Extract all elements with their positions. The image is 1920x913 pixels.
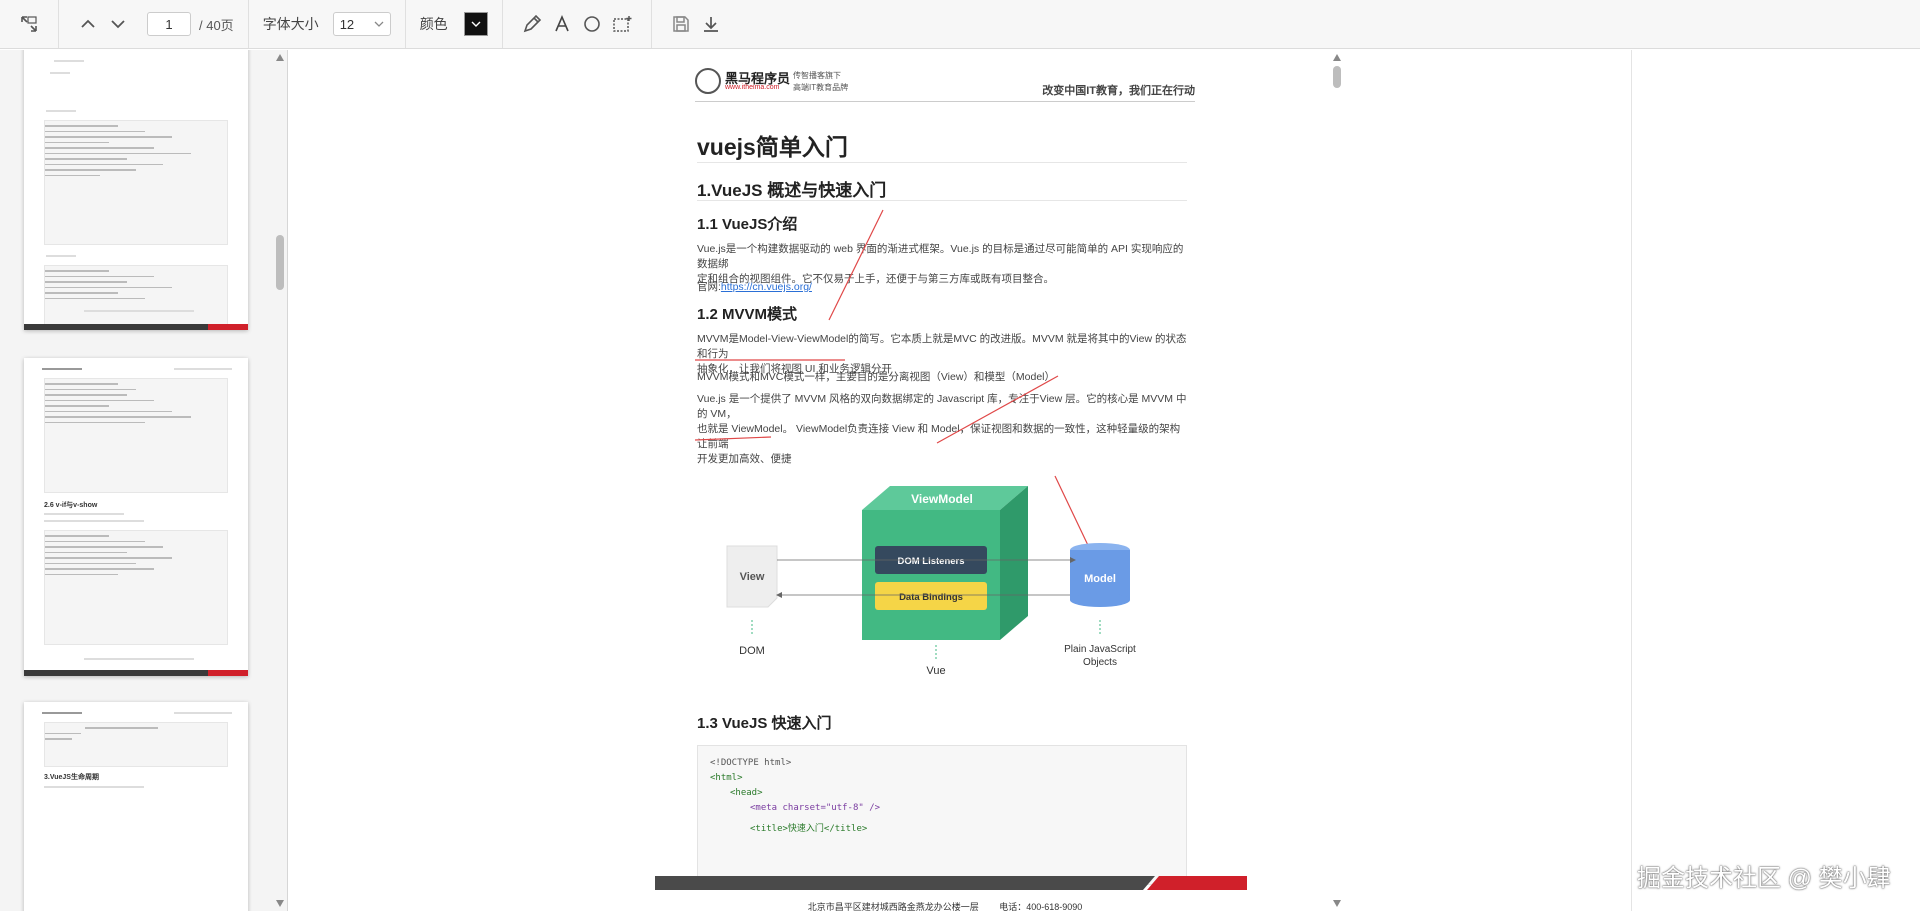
pencil-icon[interactable] [517, 9, 547, 39]
color-picker-button[interactable] [463, 12, 488, 36]
save-icon[interactable] [666, 9, 696, 39]
chevron-down-icon [374, 21, 384, 27]
scroll-down-icon[interactable] [276, 900, 284, 907]
header-slogan: 改变中国IT教育，我们正在行动 [1042, 85, 1195, 97]
paragraph: MVVM模式和MVC模式一样，主要目的是分离视图（View）和模型（Model） [697, 371, 1055, 383]
right-panel [1631, 50, 1920, 911]
font-size-select[interactable]: 12 [332, 12, 391, 36]
official-site: 官网:https://cn.vuejs.org/ [697, 281, 812, 293]
model-cylinder-bottom [1070, 593, 1130, 607]
view-label: View [740, 571, 765, 583]
page-footer: 北京市昌平区建材城西路金燕龙办公楼一层 电话：400-618-9090 [807, 902, 1083, 912]
thumbnail-heading: 2.6 v-if与v-show [44, 502, 98, 509]
color-label: 颜色 [419, 16, 448, 32]
mvvm-diagram: ViewModel DOM Listeners Data Bindings Vi… [726, 486, 1136, 677]
page-thumbnail[interactable]: 2.6 v-if与v-show [24, 358, 248, 676]
chevron-down-icon [471, 21, 481, 27]
viewer-scrollbar[interactable] [1330, 50, 1346, 911]
font-size-value: 12 [339, 16, 355, 32]
plain-js-label: Objects [1083, 657, 1117, 668]
next-page-icon[interactable] [103, 9, 133, 39]
cube-side [1000, 486, 1028, 640]
page-number-input[interactable] [147, 12, 191, 36]
dom-listeners-label: DOM Listeners [897, 556, 964, 567]
subsection-heading: 1.2 MVVM模式 [697, 306, 798, 323]
watermark: 掘金技术社区 @ 樊小肆 [1637, 865, 1891, 892]
logo-subtitle: 高端IT教育品牌 [793, 83, 849, 92]
model-label: Model [1084, 573, 1116, 585]
toolbar: / 40页 字体大小 12 颜色 [0, 0, 1920, 49]
toolbar-page-group: / 40页 [59, 0, 249, 48]
page-total-label: / 40页 [199, 17, 234, 33]
data-bindings-label: Data Bindings [899, 592, 963, 603]
scrollbar-thumb[interactable] [276, 235, 284, 290]
thumbnail-sidebar: 2.6 v-if与v-show 3.VueJS生命周期 [0, 50, 288, 911]
toolbar-file-group [652, 0, 740, 48]
thumbnail-heading: 3.VueJS生命周期 [44, 774, 99, 781]
paragraph: Vue.js 是一个提供了 MVVM 风格的双向数据绑定的 Javascript… [697, 393, 1187, 465]
dom-label: DOM [739, 645, 765, 657]
toolbar-font-group: 字体大小 12 [249, 0, 406, 48]
vue-label: Vue [926, 665, 945, 677]
sidebar-scrollbar[interactable] [273, 50, 287, 911]
cube-front [862, 510, 1000, 640]
official-site-link[interactable]: https://cn.vuejs.org/ [721, 281, 812, 293]
plain-js-label: Plain JavaScript [1064, 644, 1136, 655]
page-thumbnail[interactable] [24, 50, 248, 330]
font-size-label: 字体大小 [262, 16, 319, 32]
section-heading: 1.VueJS 概述与快速入门 [697, 181, 887, 200]
scroll-up-icon[interactable] [1333, 54, 1341, 61]
circle-icon[interactable] [577, 9, 607, 39]
scroll-up-icon[interactable] [276, 54, 284, 61]
document-title: vuejs简单入门 [697, 134, 848, 160]
toolbar-view-group [0, 0, 59, 48]
subsection-heading: 1.1 VueJS介绍 [697, 216, 798, 233]
text-icon[interactable] [547, 9, 577, 39]
subsection-heading: 1.3 VueJS 快速入门 [697, 715, 832, 732]
document-viewer: 黑马程序员 www.itheima.com 传智播客旗下 高端IT教育品牌 改变… [289, 50, 1631, 912]
toolbar-color-group: 颜色 [406, 0, 503, 48]
prev-page-icon[interactable] [73, 9, 103, 39]
fit-width-icon[interactable] [14, 9, 44, 39]
code-block: <!DOCTYPE html> <html> <head> <meta char… [697, 745, 1187, 885]
page-thumbnail[interactable]: 3.VueJS生命周期 [24, 702, 248, 911]
rectangle-select-icon[interactable] [607, 9, 637, 39]
document-page: 黑马程序员 www.itheima.com 传智播客旗下 高端IT教育品牌 改变… [655, 50, 1247, 912]
logo-subtitle: 传智播客旗下 [793, 71, 841, 80]
scrollbar-thumb[interactable] [1333, 66, 1341, 88]
page-footer-bar [655, 876, 1247, 890]
viewmodel-label: ViewModel [911, 492, 973, 506]
logo-url: www.itheima.com [725, 84, 780, 91]
download-icon[interactable] [696, 9, 726, 39]
scroll-down-icon[interactable] [1333, 900, 1341, 907]
logo-icon [695, 68, 721, 94]
page-header: 黑马程序员 www.itheima.com 传智播客旗下 高端IT教育品牌 改变… [695, 62, 1195, 102]
toolbar-annotate-group [503, 0, 652, 48]
